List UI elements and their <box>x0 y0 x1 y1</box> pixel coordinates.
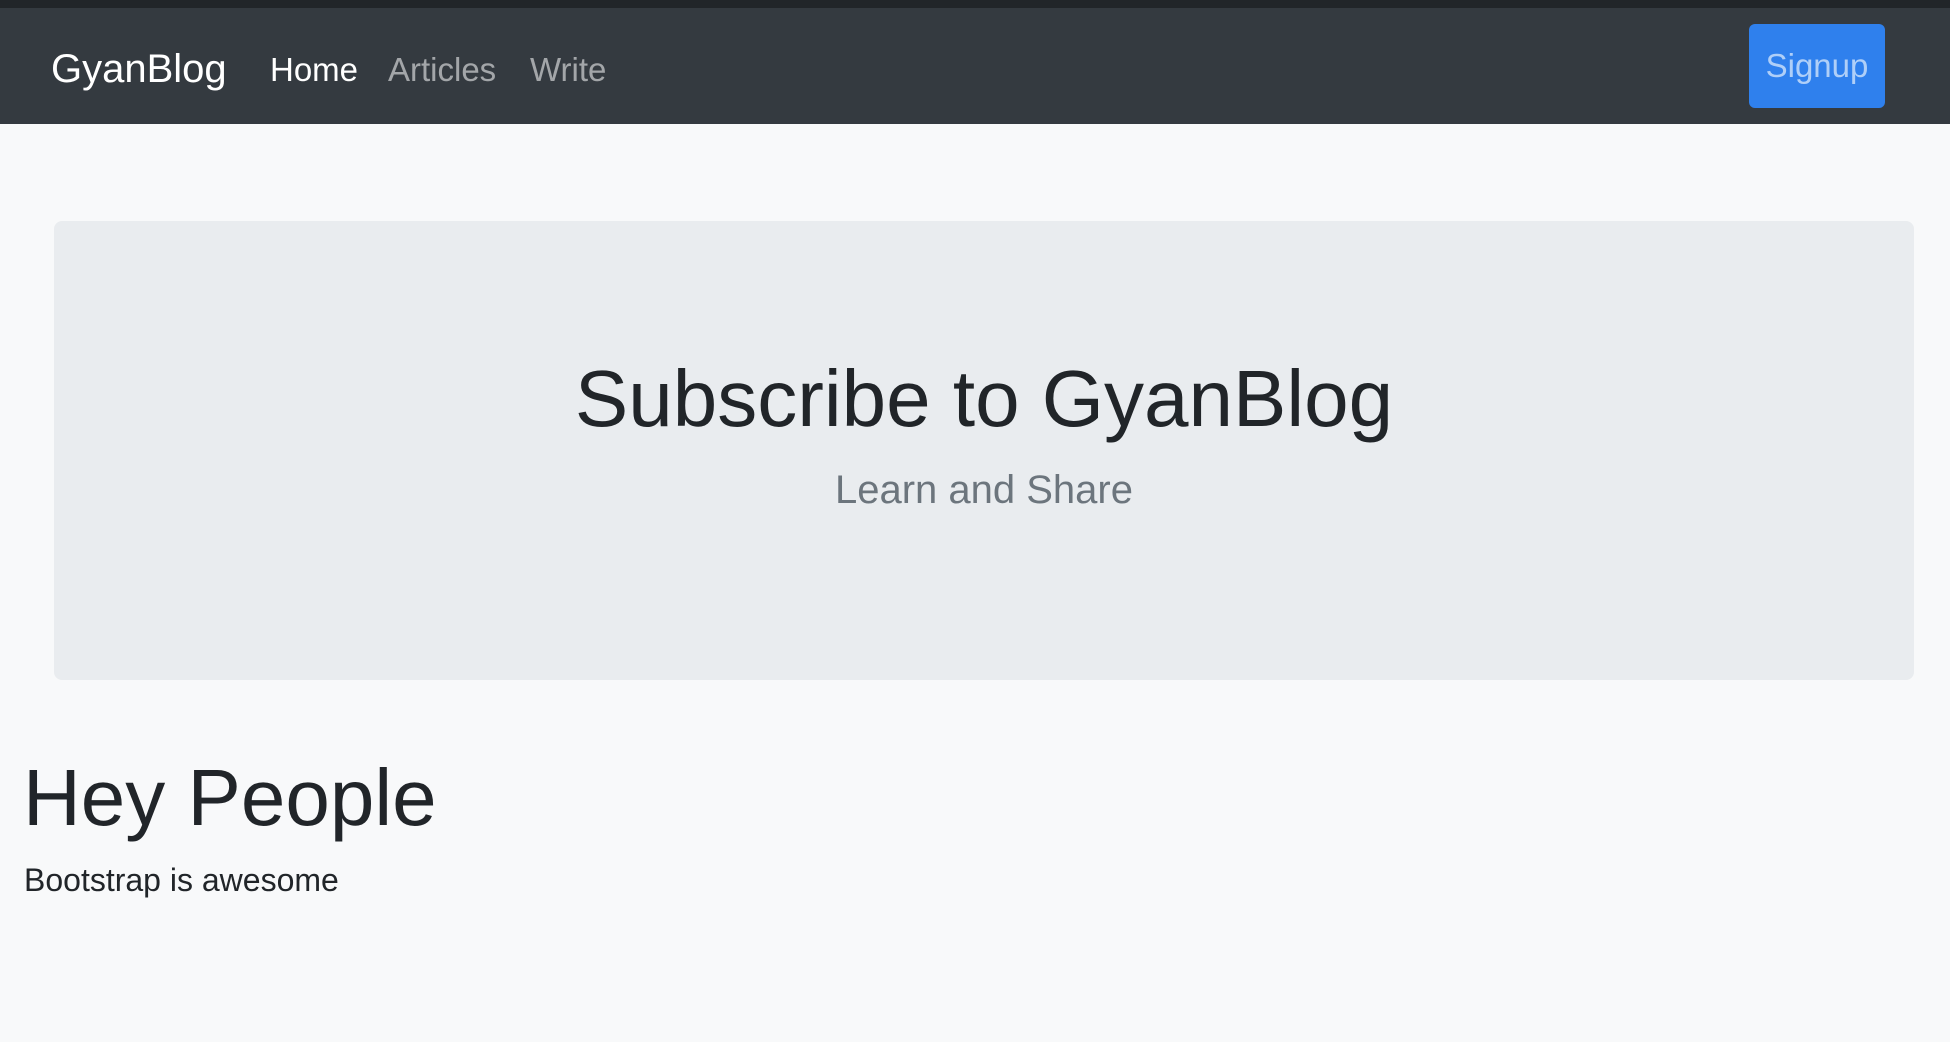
window-top-strip <box>0 0 1950 8</box>
nav-link-articles[interactable]: Articles <box>388 48 496 92</box>
nav-link-home[interactable]: Home <box>270 48 358 92</box>
navbar: GyanBlog Home Articles Write Signup <box>0 8 1950 124</box>
signup-button[interactable]: Signup <box>1749 24 1885 108</box>
content-heading: Hey People <box>23 753 437 842</box>
jumbotron-subtitle: Learn and Share <box>834 468 1133 512</box>
jumbotron: Subscribe to GyanBlog Learn and Share <box>54 221 1914 680</box>
content-text: Bootstrap is awesome <box>24 862 339 898</box>
nav-link-write[interactable]: Write <box>530 48 606 92</box>
navbar-brand[interactable]: GyanBlog <box>51 44 227 94</box>
jumbotron-title: Subscribe to GyanBlog <box>574 354 1394 443</box>
